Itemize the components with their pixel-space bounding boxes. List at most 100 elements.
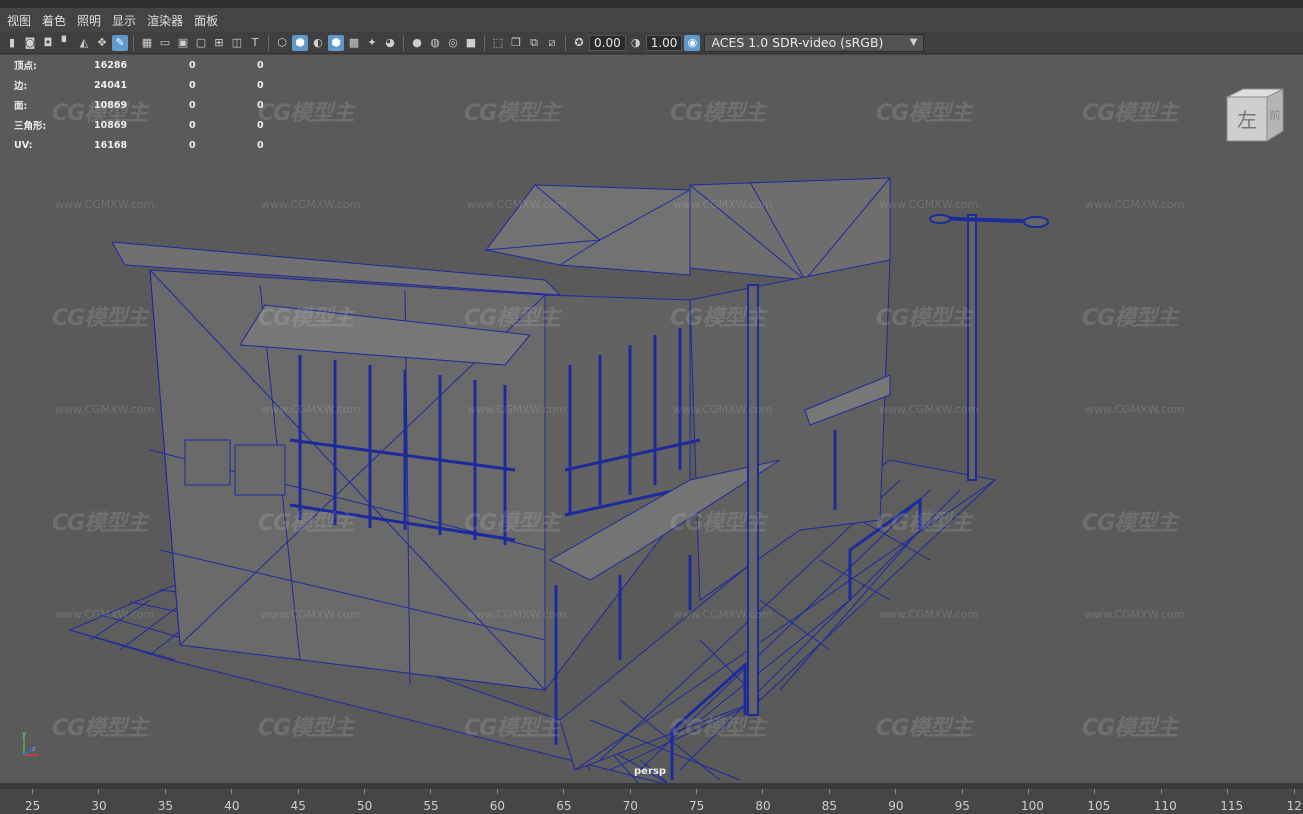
hud-value: 0 bbox=[189, 99, 196, 111]
timeline-tick-mark bbox=[164, 789, 166, 794]
watermark-logo: CG模型主 bbox=[258, 101, 354, 126]
watermark-logo: CG模型主 bbox=[1082, 306, 1178, 331]
z-axis-line bbox=[23, 748, 33, 756]
hud-label: UV: bbox=[14, 139, 33, 151]
wireframe-on-shaded-icon[interactable]: ⬢ bbox=[328, 34, 344, 51]
timeline-tick-label: 45 bbox=[290, 799, 306, 813]
wireframe-icon[interactable]: ⬡ bbox=[274, 35, 290, 51]
watermark-logo: CG模型主 bbox=[52, 306, 148, 331]
watermark-logo: CG模型主 bbox=[876, 716, 972, 741]
watermark-url: www.CGMXW.com bbox=[673, 198, 773, 211]
timeline-tick-mark bbox=[496, 789, 498, 794]
z-axis-label: z bbox=[32, 745, 36, 753]
hud-value: 16286 bbox=[94, 59, 128, 71]
resolution-gate-icon[interactable]: ▣ bbox=[175, 35, 191, 51]
viewport-menu-bar: 视图 着色 照明 显示 渲染器 面板 bbox=[0, 0, 1303, 32]
scene-wireframe bbox=[68, 177, 1049, 783]
depth-of-field-icon[interactable]: ■ bbox=[463, 35, 479, 51]
hud-label: 边: bbox=[14, 81, 28, 92]
watermark-logo: CG模型主 bbox=[52, 101, 148, 126]
watermark-logo: CG模型主 bbox=[258, 306, 354, 331]
timeline-tick-label: 40 bbox=[224, 799, 240, 813]
timeline-tick-mark bbox=[1160, 789, 1162, 794]
timeline-tick-label: 70 bbox=[622, 799, 638, 813]
2d-pan-zoom-icon[interactable]: ✥ bbox=[94, 35, 110, 51]
watermark-url: www.CGMXW.com bbox=[879, 608, 979, 621]
exposure-field[interactable]: 0.00 bbox=[589, 34, 626, 51]
watermark-url: www.CGMXW.com bbox=[879, 403, 979, 416]
viewcube[interactable]: 左 前 bbox=[1225, 85, 1285, 145]
perspective-viewport[interactable]: 顶点: 16286 0 0 边: 24041 0 0 面: 10869 0 0 … bbox=[0, 55, 1303, 783]
menu-shading[interactable]: 着色 bbox=[39, 12, 74, 29]
timeline-tick-mark bbox=[961, 789, 963, 794]
watermark-logo: CG模型主 bbox=[1082, 716, 1178, 741]
timeline-tick-label: 75 bbox=[689, 799, 705, 813]
timeline-tick-mark bbox=[895, 789, 897, 794]
timeline-tick-label: 30 bbox=[91, 799, 107, 813]
viewcube-front-label: 前 bbox=[1270, 108, 1281, 122]
timeline-tick-mark bbox=[297, 789, 299, 794]
menu-show[interactable]: 显示 bbox=[109, 12, 144, 29]
textured-icon[interactable]: ▩ bbox=[346, 35, 362, 51]
watermark-url: www.CGMXW.com bbox=[467, 403, 567, 416]
use-all-lights-icon[interactable]: ✦ bbox=[364, 35, 380, 51]
safe-action-icon[interactable]: ◫ bbox=[229, 35, 245, 51]
menu-view[interactable]: 视图 bbox=[4, 12, 39, 29]
shadows-icon[interactable]: ◕ bbox=[382, 35, 398, 51]
view-transform-value: ACES 1.0 SDR-video (sRGB) bbox=[711, 35, 884, 50]
timeline-tick-label: 90 bbox=[888, 799, 904, 813]
hud-label: 顶点: bbox=[14, 61, 37, 72]
timeline-tick-mark bbox=[32, 789, 33, 794]
grease-pencil-icon[interactable]: ✎ bbox=[112, 34, 128, 51]
menu-lighting[interactable]: 照明 bbox=[74, 12, 109, 29]
timeline-tick-mark bbox=[1227, 789, 1229, 794]
watermark-logo: CG模型主 bbox=[464, 101, 560, 126]
timeline-tick-label: 50 bbox=[357, 799, 373, 813]
smooth-shade-icon[interactable]: ⬢ bbox=[292, 34, 308, 51]
watermark-logo: CG模型主 bbox=[1082, 511, 1178, 536]
hud-value: 0 bbox=[257, 59, 264, 71]
menu-renderer[interactable]: 渲染器 bbox=[144, 12, 191, 29]
bookmark-icon[interactable]: ▘ bbox=[58, 35, 74, 51]
grid-icon[interactable]: ▦ bbox=[139, 35, 155, 51]
toolbar-separator bbox=[268, 34, 269, 51]
toolbar-separator bbox=[133, 34, 134, 51]
watermark-logo: CG模型主 bbox=[670, 306, 766, 331]
timeline-tick-mark bbox=[629, 789, 631, 794]
gate-mask-icon[interactable]: ▢ bbox=[193, 35, 209, 51]
toolbar-separator bbox=[484, 34, 485, 51]
color-management-icon[interactable]: ◉ bbox=[684, 34, 701, 51]
xray-components-icon[interactable]: ⧄ bbox=[544, 35, 560, 51]
select-camera-icon[interactable]: ▮ bbox=[4, 35, 20, 51]
watermark-logo: CG模型主 bbox=[1082, 101, 1178, 126]
watermark-logo: CG模型主 bbox=[670, 101, 766, 126]
hud-value: 24041 bbox=[94, 79, 128, 91]
view-transform-dropdown[interactable]: ACES 1.0 SDR-video (sRGB) ▼ bbox=[704, 33, 925, 52]
safe-title-icon[interactable]: T bbox=[247, 35, 263, 51]
screen-space-ao-icon[interactable]: ● bbox=[409, 35, 425, 51]
bookmark-camera-icon[interactable]: ◘ bbox=[40, 35, 56, 51]
exposure-icon[interactable]: ✪ bbox=[571, 35, 587, 51]
motion-blur-icon[interactable]: ◍ bbox=[427, 35, 443, 51]
field-chart-icon[interactable]: ⊞ bbox=[211, 35, 227, 51]
time-slider[interactable]: 25 30 35 40 45 50 55 60 65 70 75 80 85 90 95 100 105 110 1… bbox=[0, 783, 1303, 814]
anti-aliasing-icon[interactable]: ◎ bbox=[445, 35, 461, 51]
xray-icon[interactable]: ❐ bbox=[508, 35, 524, 51]
timeline-tick-label: 95 bbox=[954, 799, 970, 813]
timeline-tick-label: 55 bbox=[423, 799, 439, 813]
camera-attributes-icon[interactable]: ◙ bbox=[22, 35, 38, 51]
default-material-icon[interactable]: ◐ bbox=[310, 35, 326, 51]
xray-joints-icon[interactable]: ⧉ bbox=[526, 35, 542, 51]
image-plane-icon[interactable]: ◭ bbox=[76, 35, 92, 51]
film-gate-icon[interactable]: ▭ bbox=[157, 35, 173, 51]
gamma-field[interactable]: 1.00 bbox=[645, 34, 683, 51]
watermark-url: www.CGMXW.com bbox=[261, 608, 361, 621]
timeline-tick-label: 105 bbox=[1087, 799, 1111, 813]
hud-value: 0 bbox=[257, 139, 264, 151]
isolate-select-icon[interactable]: ⬚ bbox=[490, 35, 506, 51]
gamma-icon[interactable]: ◑ bbox=[628, 35, 644, 51]
watermark-url: www.CGMXW.com bbox=[1085, 608, 1185, 621]
timeline-tick-mark bbox=[696, 789, 697, 794]
menu-panels[interactable]: 面板 bbox=[191, 12, 226, 29]
timeline-tick-label: 110 bbox=[1153, 799, 1177, 813]
